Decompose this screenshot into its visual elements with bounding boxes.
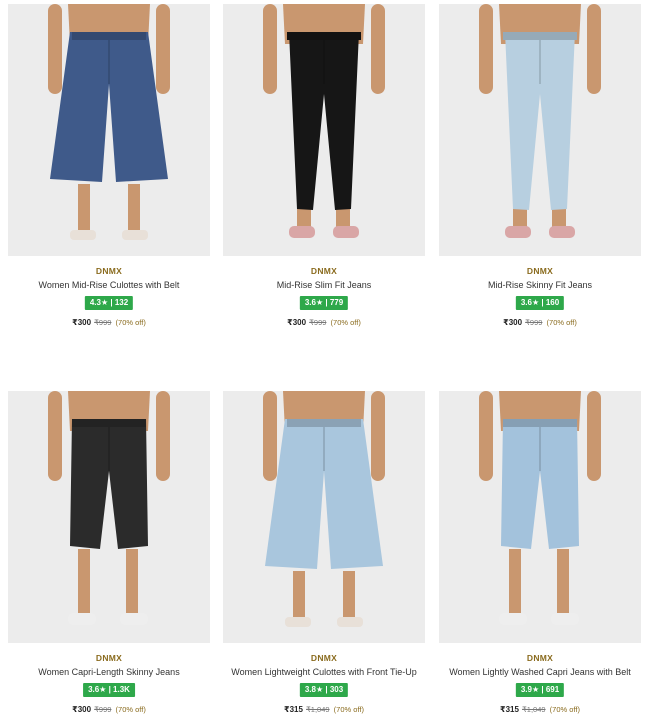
product-name[interactable]: Women Capri-Length Skinny Jeans xyxy=(8,667,210,677)
original-price: ₹999 xyxy=(525,318,543,327)
sale-price: ₹300 xyxy=(72,318,92,327)
original-price: ₹999 xyxy=(94,318,112,327)
product-brand: DNMX xyxy=(526,266,554,276)
right-shoe xyxy=(120,613,148,625)
product-image[interactable] xyxy=(439,4,641,256)
product-image[interactable] xyxy=(223,391,425,643)
discount-label: (70% off) xyxy=(546,318,577,327)
right-shoe xyxy=(549,226,575,238)
original-price: ₹1,049 xyxy=(522,705,546,714)
discount-label: (70% off) xyxy=(115,705,146,714)
rating-badge: 3.6★ | 779 xyxy=(299,296,349,310)
product-grid: DNMX Women Mid-Rise Culottes with Belt 4… xyxy=(0,0,647,723)
product-price: ₹300 ₹999 (70% off) xyxy=(439,318,641,327)
right-arm xyxy=(587,4,601,94)
left-leg xyxy=(293,571,305,621)
discount-label: (70% off) xyxy=(333,705,364,714)
original-price: ₹1,049 xyxy=(306,705,330,714)
discount-label: (70% off) xyxy=(549,705,580,714)
right-leg xyxy=(128,184,140,234)
left-shoe xyxy=(285,617,311,627)
rating-badge: 3.6★ | 160 xyxy=(515,296,565,310)
right-shoe xyxy=(337,617,363,627)
product-brand: DNMX xyxy=(526,653,554,663)
left-shoe xyxy=(68,613,96,625)
product-name[interactable]: Mid-Rise Slim Fit Jeans xyxy=(223,280,425,290)
waistband xyxy=(287,32,361,40)
discount-label: (70% off) xyxy=(115,318,146,327)
right-leg xyxy=(126,549,138,617)
product-image[interactable] xyxy=(8,391,210,643)
left-arm xyxy=(263,391,277,481)
sale-price: ₹315 xyxy=(500,705,519,714)
left-arm xyxy=(48,391,62,481)
waistband xyxy=(72,32,146,40)
product-price: ₹315 ₹1,049 (70% off) xyxy=(223,705,425,714)
product-brand: DNMX xyxy=(310,266,338,276)
product-price: ₹300 ₹999 (70% off) xyxy=(223,318,425,327)
waistband xyxy=(287,419,361,427)
left-arm xyxy=(48,4,62,94)
left-leg xyxy=(78,184,90,234)
left-shoe xyxy=(289,226,315,238)
original-price: ₹999 xyxy=(94,705,112,714)
sale-price: ₹315 xyxy=(284,705,303,714)
right-arm xyxy=(156,4,170,94)
product-price: ₹300 ₹999 (70% off) xyxy=(8,705,210,714)
left-arm xyxy=(263,4,277,94)
product-image[interactable] xyxy=(8,4,210,256)
right-shoe xyxy=(122,230,148,240)
left-shoe xyxy=(499,613,527,625)
product-name[interactable]: Women Lightly Washed Capri Jeans with Be… xyxy=(439,667,641,677)
sale-price: ₹300 xyxy=(287,318,307,327)
left-leg xyxy=(509,549,521,617)
rating-badge: 3.6★ | 1.3K xyxy=(83,683,135,697)
product-brand: DNMX xyxy=(310,653,338,663)
right-arm xyxy=(371,391,385,481)
left-arm xyxy=(479,391,493,481)
sale-price: ₹300 xyxy=(72,705,92,714)
product-image[interactable] xyxy=(439,391,641,643)
left-shoe xyxy=(505,226,531,238)
product-image[interactable] xyxy=(223,4,425,256)
rating-badge: 3.8★ | 303 xyxy=(299,683,349,697)
right-arm xyxy=(371,4,385,94)
original-price: ₹999 xyxy=(309,318,327,327)
right-arm xyxy=(587,391,601,481)
left-shoe xyxy=(70,230,96,240)
right-shoe xyxy=(333,226,359,238)
waistband xyxy=(503,419,577,427)
product-price: ₹300 ₹999 (70% off) xyxy=(8,318,210,327)
left-leg xyxy=(78,549,90,617)
right-shoe xyxy=(551,613,579,625)
right-leg xyxy=(343,571,355,621)
product-name[interactable]: Women Lightweight Culottes with Front Ti… xyxy=(223,667,425,677)
sale-price: ₹300 xyxy=(503,318,523,327)
product-brand: DNMX xyxy=(95,653,123,663)
left-arm xyxy=(479,4,493,94)
product-name[interactable]: Mid-Rise Skinny Fit Jeans xyxy=(439,280,641,290)
rating-badge: 4.3★ | 132 xyxy=(84,296,134,310)
waistband xyxy=(72,419,146,427)
discount-label: (70% off) xyxy=(330,318,361,327)
right-arm xyxy=(156,391,170,481)
product-name[interactable]: Women Mid-Rise Culottes with Belt xyxy=(8,280,210,290)
product-brand: DNMX xyxy=(95,266,123,276)
rating-badge: 3.9★ | 691 xyxy=(515,683,565,697)
right-leg xyxy=(557,549,569,617)
waistband xyxy=(503,32,577,40)
product-price: ₹315 ₹1,049 (70% off) xyxy=(439,705,641,714)
